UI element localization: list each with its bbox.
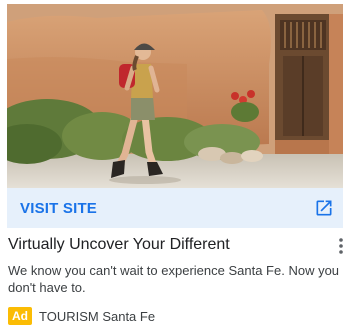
ad-attribution: Ad TOURISM Santa Fe [8, 307, 155, 325]
ad-card[interactable]: VISIT SITE Virtually Uncover Your Differ… [0, 0, 346, 335]
ad-badge: Ad [8, 307, 32, 325]
external-link-icon [316, 200, 332, 216]
ad-headline[interactable]: Virtually Uncover Your Different [8, 236, 320, 254]
more-vert-icon[interactable] [336, 236, 346, 256]
advertiser-name[interactable]: TOURISM Santa Fe [39, 309, 155, 324]
ad-description: We know you can't wait to experience San… [8, 263, 340, 295]
santa-fe-photo [7, 4, 343, 188]
visit-site-label: VISIT SITE [20, 199, 98, 217]
visit-site-button[interactable]: VISIT SITE [7, 188, 343, 228]
hero-image[interactable] [7, 4, 343, 188]
